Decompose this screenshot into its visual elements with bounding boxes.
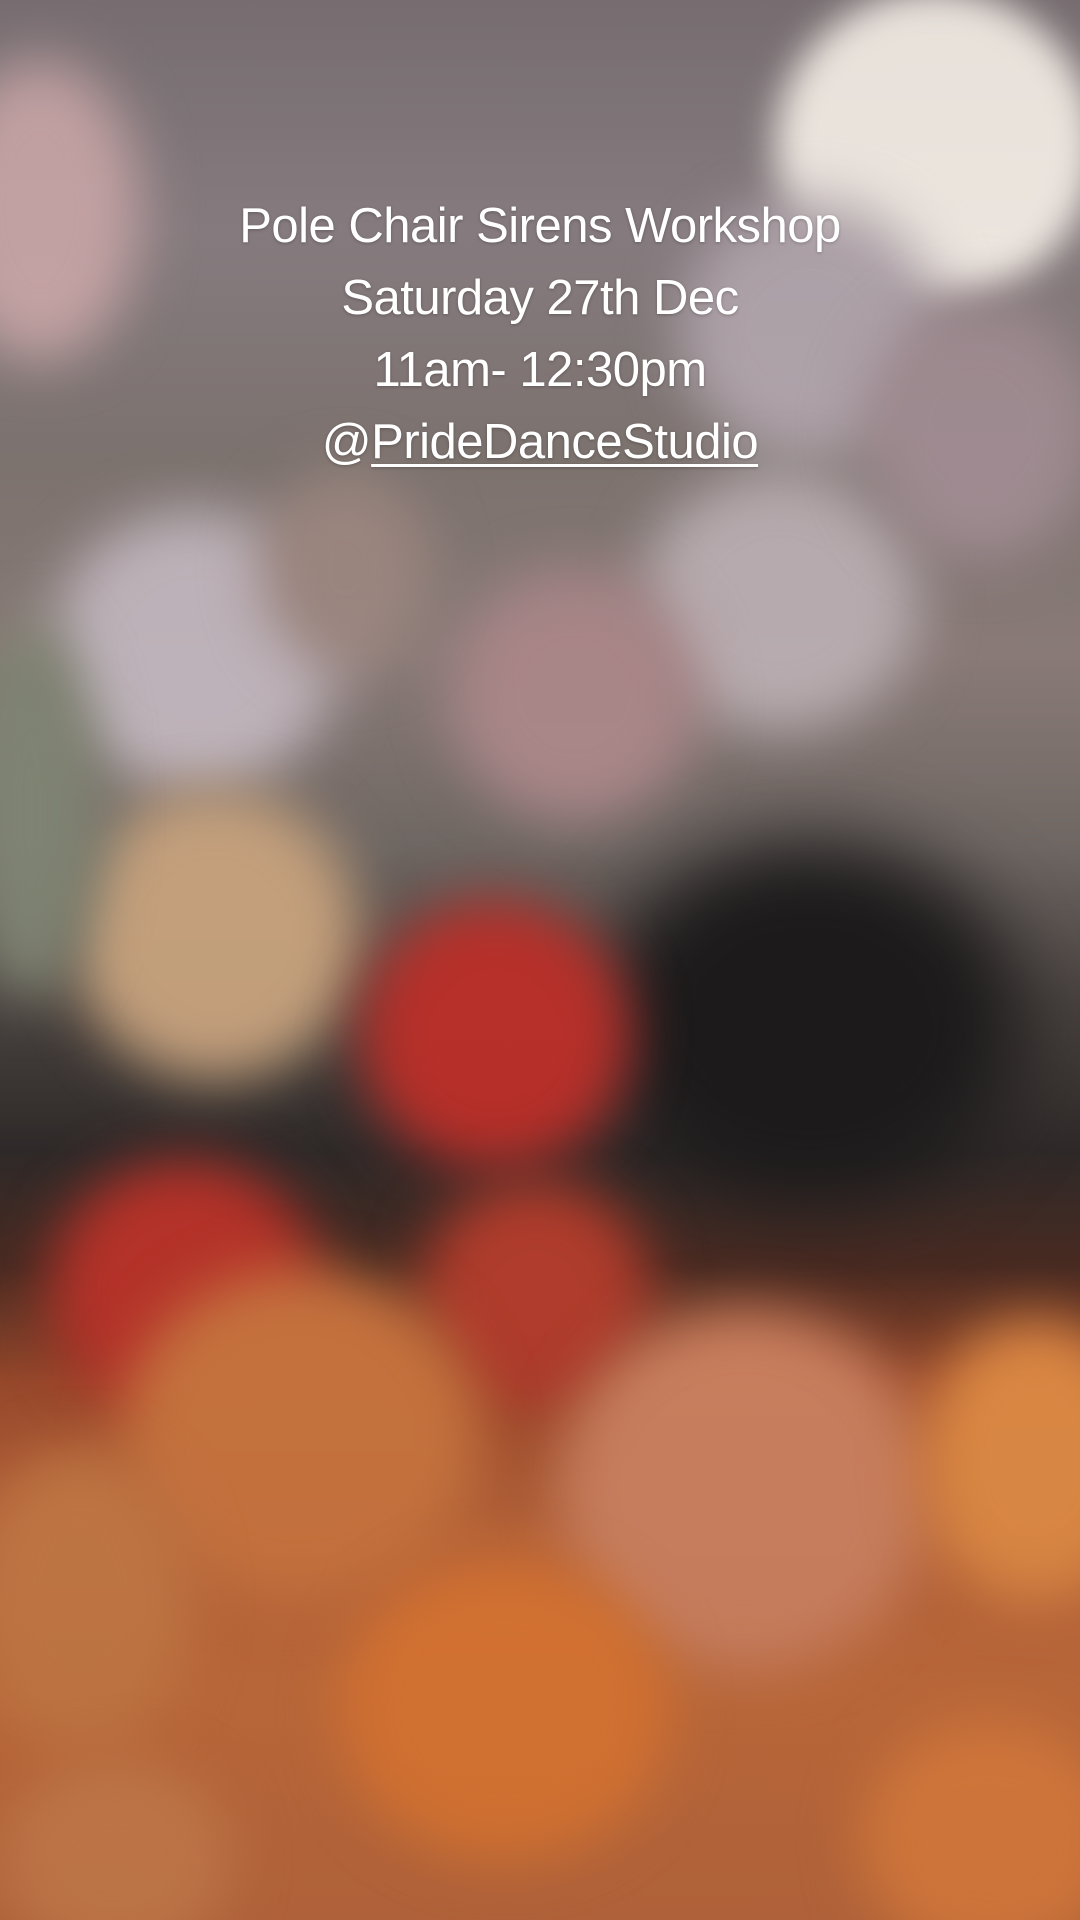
mention-at-sign: @ xyxy=(321,415,372,469)
studio-mention[interactable]: @PrideDanceStudio xyxy=(0,406,1080,478)
workshop-title: Pole Chair Sirens Workshop xyxy=(239,199,841,253)
workshop-date: Saturday 27th Dec xyxy=(341,271,739,325)
story-frame: Pole Chair Sirens Workshop Saturday 27th… xyxy=(0,0,1080,1920)
studio-mention-link[interactable]: PrideDanceStudio xyxy=(371,415,758,469)
story-caption: Pole Chair Sirens Workshop Saturday 27th… xyxy=(0,190,1080,478)
workshop-time: 11am- 12:30pm xyxy=(373,343,707,397)
